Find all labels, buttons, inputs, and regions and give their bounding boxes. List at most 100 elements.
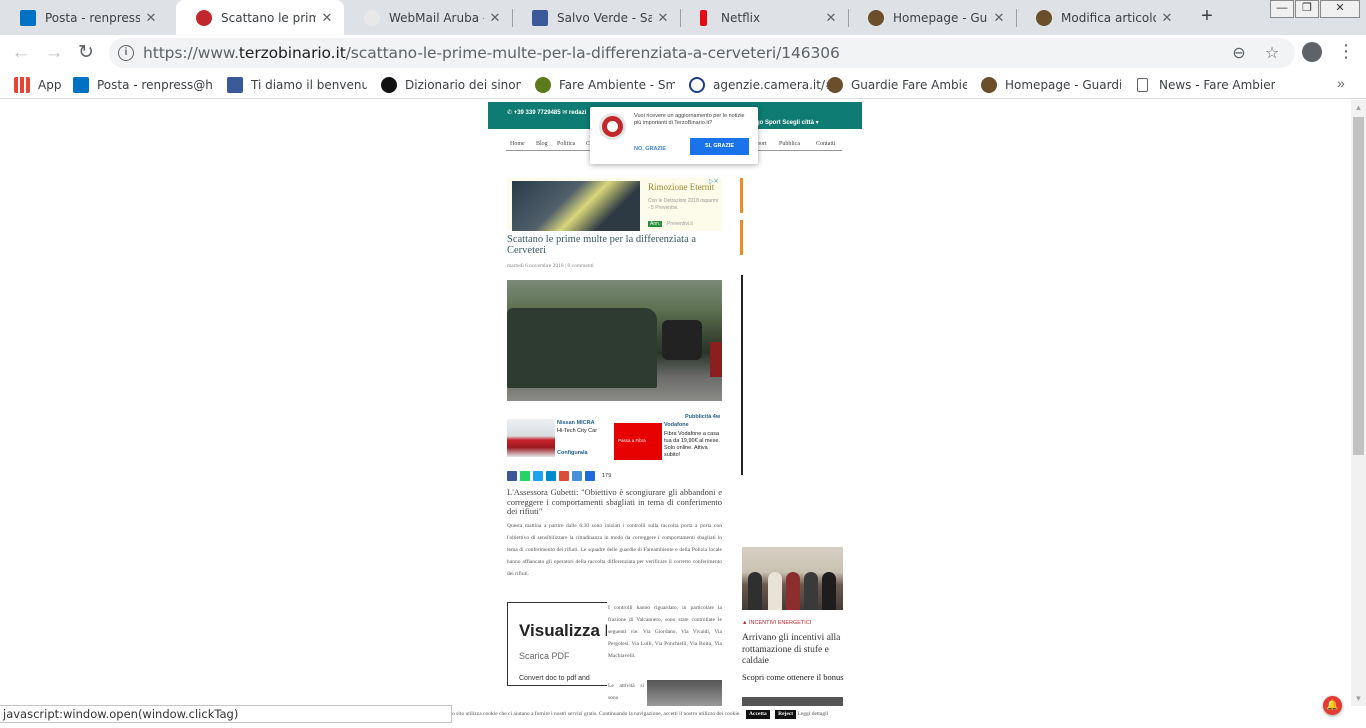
photo-vehicle bbox=[662, 320, 702, 360]
close-window-button[interactable]: ✕ bbox=[1320, 0, 1360, 18]
bookmark-star-icon[interactable]: ☆ bbox=[1263, 45, 1281, 63]
sidebar-news-photo[interactable] bbox=[742, 547, 843, 610]
restore-button[interactable]: ❐ bbox=[1295, 0, 1319, 18]
bookmark-fare-ambiente-smog[interactable]: Fare Ambiente - Smog bbox=[535, 76, 675, 94]
close-icon[interactable]: ✕ bbox=[992, 10, 1006, 26]
close-icon[interactable]: ✕ bbox=[144, 10, 158, 26]
ad-body: Con le Detrazioni 2018 risparmi - 5 Prev… bbox=[648, 198, 719, 211]
close-icon[interactable]: ✕ bbox=[824, 10, 838, 26]
nav-blog[interactable]: Blog bbox=[536, 141, 548, 147]
nissan-car-image[interactable] bbox=[507, 419, 555, 457]
ad-vodafone-title[interactable]: Vodafone bbox=[664, 422, 689, 428]
bookmark-news-fare-ambiente[interactable]: News - Fare Ambiente bbox=[1135, 76, 1275, 94]
sidebar-category[interactable]: ▲ INCENTIVI ENERGETICI bbox=[742, 620, 811, 626]
nav-politica[interactable]: Politica bbox=[557, 141, 575, 147]
bookmark-label: Dizionario dei sinonimi bbox=[405, 78, 521, 92]
tab-title: Modifica articolo ‹ Gu bbox=[1061, 10, 1156, 25]
cookie-text: o sito utilizza cookie che ci aiutano a … bbox=[452, 711, 741, 717]
nav-home[interactable]: Home bbox=[510, 141, 525, 147]
facebook-share-icon[interactable] bbox=[507, 471, 517, 481]
more-share-icon[interactable] bbox=[585, 471, 595, 481]
bookmark-homepage-guardie[interactable]: Homepage - Guardie F bbox=[981, 76, 1121, 94]
bookmark-dizionario[interactable]: Dizionario dei sinonimi bbox=[381, 76, 521, 94]
sidebar-photo[interactable] bbox=[742, 697, 843, 706]
photo-person bbox=[786, 572, 800, 610]
url-host: terzobinario.it bbox=[238, 44, 346, 62]
cookie-reject-button[interactable]: Reject bbox=[775, 710, 797, 719]
decline-button[interactable]: NO, GRAZIE bbox=[634, 146, 666, 152]
notification-bell-icon[interactable]: 🔔 bbox=[1323, 696, 1342, 715]
new-tab-button[interactable]: + bbox=[1196, 5, 1218, 27]
ad-pdf-link[interactable]: Scarica PDF bbox=[519, 651, 570, 661]
close-icon[interactable]: ✕ bbox=[320, 10, 334, 26]
scroll-down-icon[interactable]: ▼ bbox=[1351, 691, 1366, 706]
tab-modifica-articolo[interactable]: Modifica articolo ‹ Gu ✕ bbox=[1016, 0, 1184, 35]
tab-facebook[interactable]: Salvo Verde - Salvo V ✕ bbox=[512, 0, 680, 35]
tab-terzobinario[interactable]: Scattano le prime multe ✕ bbox=[176, 0, 344, 35]
tab-title: Homepage - Guardie bbox=[893, 10, 988, 25]
googleplus-share-icon[interactable] bbox=[559, 471, 569, 481]
outlook-icon bbox=[20, 9, 36, 26]
menu-icon[interactable]: ⋮ bbox=[1337, 40, 1355, 62]
ad-pdf-converter[interactable]: Visualizza PDF Scarica PDF Convert doc t… bbox=[507, 602, 607, 686]
url-text[interactable]: https://www.terzobinario.it/scattano-le-… bbox=[143, 38, 840, 68]
social-share-bar: 179 bbox=[507, 471, 611, 482]
nav-pubblica[interactable]: Pubblica bbox=[779, 141, 800, 147]
web-page: ✆ +39 339 7729485 ✉ redazi Lago Sport Sc… bbox=[0, 100, 1351, 706]
profile-avatar-icon[interactable] bbox=[1302, 42, 1322, 62]
site-info-icon[interactable]: i bbox=[118, 45, 134, 61]
scrollbar-thumb[interactable] bbox=[1353, 117, 1364, 455]
scroll-up-icon[interactable]: ▲ bbox=[1351, 100, 1366, 115]
cookie-banner: o sito utilizza cookie che ci aiutano a … bbox=[452, 706, 1352, 723]
tab-webmail-aruba[interactable]: WebMail Aruba - Posta ✕ bbox=[344, 0, 512, 35]
ad-banner-eternit[interactable]: Rimozione Eternit Con le Detrazioni 2018… bbox=[507, 178, 722, 231]
ad-block-nissan-vodafone[interactable]: Pubblicità 4w Nissan MICRA Hi-Tech City … bbox=[507, 414, 722, 466]
back-button[interactable]: ← bbox=[9, 41, 33, 65]
close-icon[interactable]: ✕ bbox=[656, 10, 670, 26]
nav-contatti[interactable]: Contatti bbox=[816, 141, 835, 147]
ad-nissan-cta[interactable]: Configurala bbox=[557, 450, 588, 456]
bookmark-guardie-fare-ambiente[interactable]: Guardie Fare Ambiente bbox=[827, 76, 967, 94]
bookmark-agenzie-camera[interactable]: agenzie.camera.it/# bbox=[689, 76, 829, 94]
page-scrollbar[interactable]: ▲ ▼ bbox=[1351, 100, 1366, 706]
address-bar[interactable]: i https://www.terzobinario.it/scattano-l… bbox=[109, 38, 1295, 68]
photo-person bbox=[822, 572, 836, 610]
bookmark-apps[interactable]: App bbox=[14, 76, 61, 94]
copy-link-icon[interactable] bbox=[572, 471, 582, 481]
vodafone-image[interactable]: Passa a Fibra bbox=[614, 423, 662, 460]
bookmarks-overflow-icon[interactable]: » bbox=[1337, 75, 1345, 91]
tab-strip: Posta - renpress@hotmail.it ✕ Scattano l… bbox=[0, 0, 1366, 35]
ad-headline[interactable]: Rimozione Eternit bbox=[648, 182, 714, 192]
guardie-logo-icon bbox=[1036, 9, 1052, 26]
twitter-share-icon[interactable] bbox=[533, 471, 543, 481]
close-icon[interactable]: ✕ bbox=[1160, 10, 1174, 26]
tab-guardie-homepage[interactable]: Homepage - Guardie ✕ bbox=[848, 0, 1016, 35]
tab-title: Netflix bbox=[721, 10, 761, 25]
tab-outlook[interactable]: Posta - renpress@hotmail.it ✕ bbox=[0, 0, 168, 35]
reload-button[interactable]: ↻ bbox=[74, 41, 98, 65]
bookmark-facebook[interactable]: Ti diamo il benvenuto s bbox=[227, 76, 367, 94]
dizionario-icon bbox=[381, 77, 397, 93]
sidebar-headline[interactable]: Arrivano gli incentivi alla rottamazione… bbox=[742, 633, 845, 668]
cookie-accept-button[interactable]: Accetta bbox=[746, 710, 770, 719]
guardie-logo-icon bbox=[827, 77, 843, 93]
adchoices-icon[interactable]: ▷✕ bbox=[709, 178, 719, 185]
whatsapp-share-icon[interactable] bbox=[520, 471, 530, 481]
ad-pdf-headline[interactable]: Visualizza PDF bbox=[519, 621, 607, 641]
minimize-button[interactable]: — bbox=[1270, 0, 1294, 18]
forward-button[interactable]: → bbox=[42, 41, 66, 65]
zoom-icon[interactable]: ⊖ bbox=[1230, 45, 1248, 63]
ad-nissan-title[interactable]: Nissan MICRA bbox=[557, 420, 595, 426]
article-paragraph: Le attività si sono concentrate sui mate… bbox=[608, 683, 644, 701]
cookie-more-link[interactable]: Leggi dettagli bbox=[797, 711, 828, 717]
accept-button[interactable]: SI, GRAZIE bbox=[690, 138, 749, 155]
close-icon[interactable]: ✕ bbox=[488, 10, 502, 26]
tab-netflix[interactable]: Netflix ✕ bbox=[680, 0, 848, 35]
telegram-share-icon[interactable] bbox=[546, 471, 556, 481]
ad-label: Pubblicità 4w bbox=[685, 414, 721, 420]
photo-person bbox=[748, 572, 762, 610]
bookmark-posta[interactable]: Posta - renpress@hotm bbox=[73, 76, 213, 94]
inline-photo bbox=[647, 680, 722, 706]
topbar-menu[interactable]: Lago Sport Scegli città ▾ bbox=[749, 119, 819, 126]
photo-vehicle bbox=[507, 308, 657, 388]
